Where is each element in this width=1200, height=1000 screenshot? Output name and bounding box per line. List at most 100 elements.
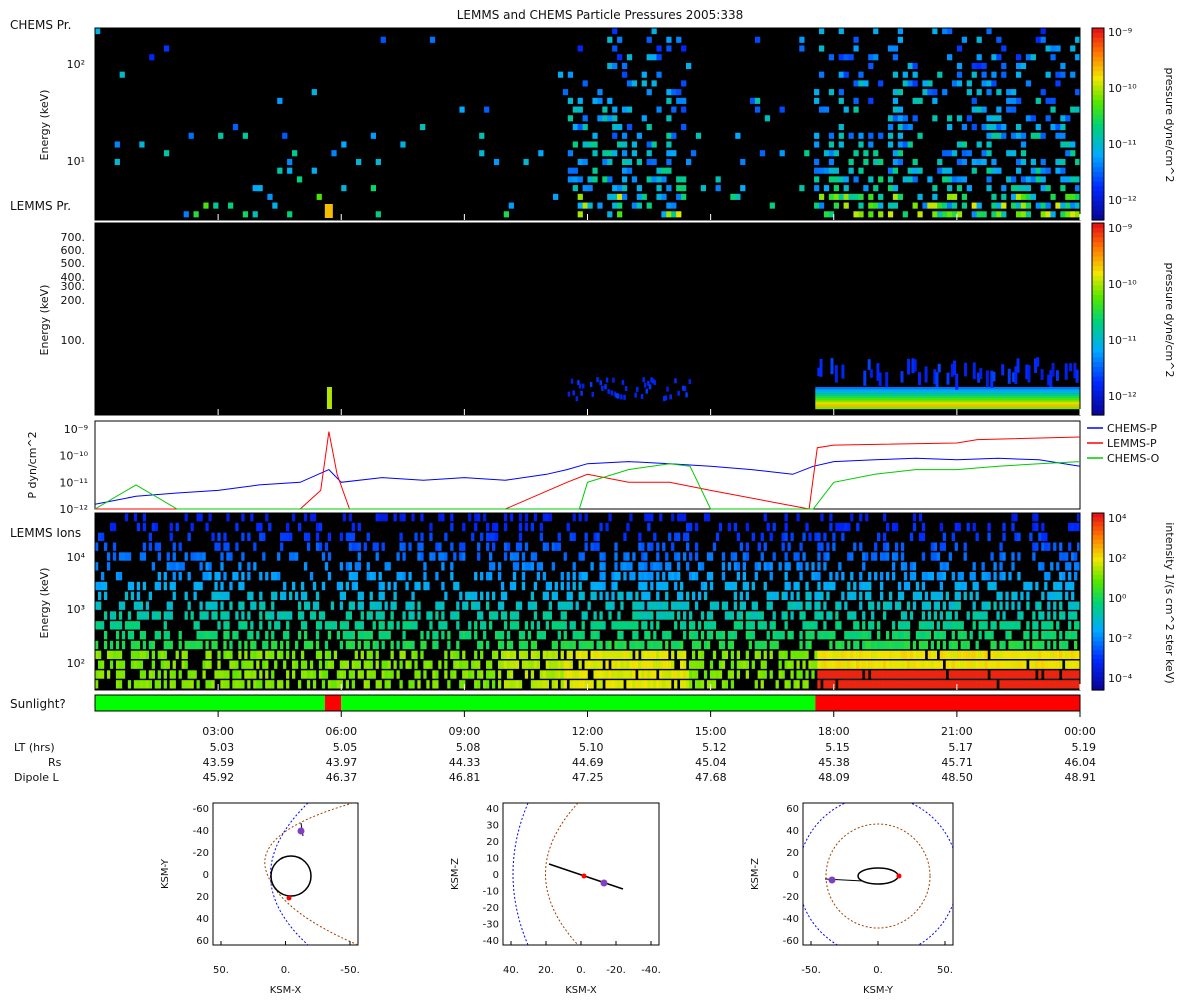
lemms-ions-cell [853,581,857,591]
lemms-ions-cell [614,542,618,551]
lemms-ions-cell [954,581,958,591]
chems-heatmap-cell [892,158,899,166]
lemms-pr-colorbar-cell [1092,381,1104,387]
chems-heatmap-cell [814,185,820,192]
lemms-ions-cell [987,660,991,669]
lemms-ions-cell [957,650,961,660]
lemms-ions-cell [509,611,514,620]
lemms-ions-cell [342,670,347,679]
lemms-ions-cell [951,601,955,610]
lemms-ions-cell [169,640,173,650]
lemms-pr-colorbar-cell [1092,395,1104,402]
lemms-ions-cell [951,532,955,542]
lemms-ions-cell [680,601,684,610]
lemms-ions-cell [360,650,364,660]
lemms-ions-cell [850,680,854,689]
lemms-ions-cell [1023,631,1027,640]
lemms-ions-cell [1002,532,1006,542]
chems-heatmap-cell [607,115,613,122]
lemms-ions-cell [578,640,582,650]
lemms-ions-colorbar-cell [1092,641,1104,647]
chems-heatmap-cell [626,106,633,113]
lemms-ions-cell [948,621,952,630]
chems-heatmap-cell [695,132,702,139]
lemms-ions-cell [629,640,633,650]
lemms-ions-cell [283,532,287,542]
chems-heatmap-cell [853,80,859,87]
chems-heatmap-cell [996,36,1002,43]
chems-heatmap-cell [114,141,120,148]
lemms-ions-cell [566,640,570,650]
lemms-ions-cell [1020,640,1024,650]
lemms-ions-cell [300,581,305,591]
lemms-ions-cell [593,591,597,601]
lemms-ions-cell [894,660,899,669]
chems-heatmap-cell [991,115,997,122]
lemms-ions-cell [1005,670,1009,679]
chems-heatmap-cell [218,132,224,139]
lemms-ions-cell [178,572,182,581]
lemms-ions-cell [924,572,929,581]
lemms-ions-cell [877,640,881,650]
lemms-ions-cell [402,513,406,522]
lemms-ions-cell [656,650,660,660]
lemms-ions-cell [829,640,833,650]
lemms-ions-cell [306,680,311,689]
chems-colorbar-cell [1092,186,1104,192]
orbit-plot-yz-ytick-label: -60 [783,936,799,947]
lemms-ions-cell [414,650,418,660]
lemms-pr-band [815,400,1080,403]
lemms-ions-cell [975,670,979,679]
lemms-ions-cell [441,562,445,571]
lemms-ions-cell [489,621,493,630]
lemms-ions-cell [229,650,233,660]
lemms-pr-cell [610,390,614,396]
lemms-ions-cell [623,562,627,571]
lemms-pr-ytick-label: 500. [61,257,86,270]
lemms-ions-cell [691,572,696,581]
lemms-ions-cell [874,650,878,660]
lemms-ions-cell [605,640,609,650]
lemms-ions-cell [862,660,866,669]
lemms-ions-cell [560,611,564,620]
chems-heatmap-cell [818,167,825,174]
lemms-ions-cell [1050,562,1054,571]
lemms-ions-cell [814,660,818,669]
lemms-ions-cell [909,650,914,660]
lemms-pr-band [815,389,1080,392]
lemms-ions-cell [1047,611,1051,620]
lemms-ions-cell [751,581,755,591]
lemms-ions-cell [990,631,994,640]
lemms-ions-cell [309,513,314,522]
lemms-ions-cell [978,660,982,669]
chems-heatmap-cell [636,185,642,192]
lemms-ions-cell [563,640,567,650]
lemms-ions-cell [1065,680,1069,689]
lemms-pr-cell [621,379,625,385]
lemms-ions-cell [494,611,499,620]
lemms-ions-cell [838,640,842,650]
orbit-plot-yz-ytick-label: 40 [786,826,799,837]
lemms-ions-cell [414,621,418,630]
lemms-ions-cell [363,680,367,689]
chems-heatmap-cell [996,89,1002,96]
lemms-ions-cell [247,591,251,601]
lemms-ions-cell [453,650,457,660]
lemms-ions-cell [533,640,538,650]
chems-heatmap-cell [892,185,899,192]
chems-heatmap-cell [612,132,618,139]
lemms-ions-cell [402,621,406,630]
lemms-ions-cell [656,660,660,669]
lemms-ions-cell [1044,670,1048,679]
lemms-ions-cell [659,581,663,591]
lemms-ions-cell [796,660,800,669]
lemms-ions-cell [686,542,690,551]
chems-heatmap-cell [676,97,682,104]
chems-heatmap-cell [991,124,997,131]
chems-heatmap-cell [873,185,879,192]
lemms-pr-colorbar-label: pressure dyne/cm^2 [1163,263,1176,378]
lemms-ions-cell [465,591,469,601]
lemms-ions-cell [880,581,884,591]
lemms-ions-cell [888,601,893,610]
lemms-ions-cell [1047,601,1051,610]
